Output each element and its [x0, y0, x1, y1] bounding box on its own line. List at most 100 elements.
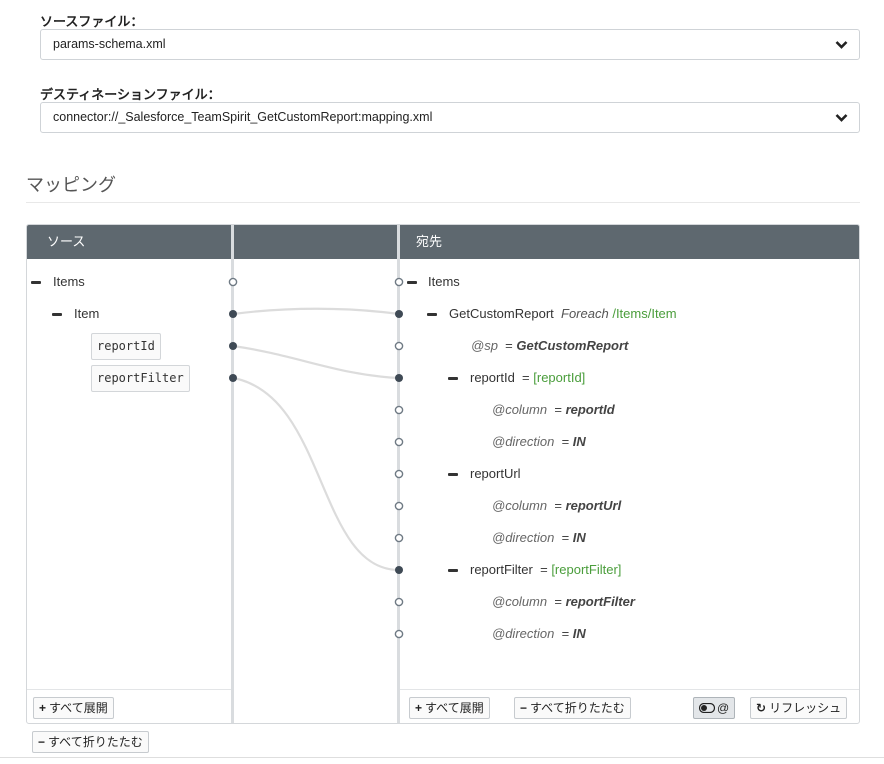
attr-name: @direction: [492, 530, 555, 545]
minus-icon: −: [520, 701, 528, 715]
attr-value: reportId: [565, 402, 615, 417]
toggle-icon: [698, 702, 716, 714]
dest-node-getcustomreport: GetCustomReport Foreach /Items/Item: [449, 306, 677, 321]
source-file-value: params-schema.xml: [53, 37, 166, 51]
dest-point-reporturl-column: [394, 501, 404, 511]
attr-name: @sp: [471, 338, 498, 353]
destination-file-select[interactable]: connector://_Salesforce_TeamSpirit_GetCu…: [40, 102, 860, 133]
source-node-items: Items: [53, 274, 85, 289]
attr-eq: =: [561, 434, 570, 449]
dest-attr-reportid-direction: @direction = IN: [492, 434, 586, 449]
attr-eq: =: [561, 626, 570, 641]
refresh-button[interactable]: ↻ リフレッシュ: [750, 697, 848, 719]
button-label: リフレッシュ: [769, 701, 842, 715]
reportid-mapped: [reportId]: [533, 370, 586, 385]
dest-node-reportid: reportId = [reportId]: [470, 370, 585, 385]
source-point-item: [229, 310, 237, 318]
reportfilter-mapped: [reportFilter]: [551, 562, 622, 577]
toggle-attributes-button[interactable]: @: [693, 697, 736, 719]
mapping-panel: ソース 宛先 Items Item reportId reportFilter …: [26, 224, 860, 724]
source-footer-rule: [27, 689, 231, 690]
dest-collapse-all-button[interactable]: − すべて折りたたむ: [514, 697, 631, 719]
mapping-title: マッピング: [26, 175, 116, 195]
dest-attr-reportfilter-direction: @direction = IN: [492, 626, 586, 641]
attr-name: @column: [492, 402, 548, 417]
dest-attr-reporturl-direction: @direction = IN: [492, 530, 586, 545]
dest-point-reporturl: [394, 469, 404, 479]
connector-line-item: [232, 307, 400, 316]
attr-value: reportFilter: [565, 594, 635, 609]
dest-node-items: Items: [428, 274, 460, 289]
source-collapse-all-button[interactable]: − すべて折りたたむ: [32, 731, 149, 753]
attr-name: @column: [492, 498, 548, 513]
attr-eq: =: [554, 498, 562, 513]
section-divider: [26, 202, 860, 203]
dest-attr-reportfilter-column: @column = reportFilter: [492, 594, 635, 609]
page-bottom-rule: [0, 757, 884, 758]
collapse-reporturl-icon[interactable]: [448, 473, 458, 476]
destination-file-label: デスティネーションファイル：: [40, 87, 221, 102]
source-point-reportfilter: [229, 374, 237, 382]
button-label: すべて折りたたむ: [48, 735, 143, 749]
dest-point-reportid-column: [394, 405, 404, 415]
attr-name: @direction: [492, 434, 555, 449]
dest-expand-all-button[interactable]: + すべて展開: [409, 697, 490, 719]
button-label: @: [717, 701, 730, 715]
source-file-select[interactable]: params-schema.xml: [40, 29, 860, 60]
dest-attr-reporturl-column: @column = reportUrl: [492, 498, 621, 513]
reportid-eq: =: [522, 370, 530, 385]
foreach-label: Foreach: [561, 306, 609, 321]
reportfilter-eq: =: [540, 562, 548, 577]
source-expand-all-button[interactable]: + すべて展開: [33, 697, 114, 719]
plus-icon: +: [415, 701, 423, 715]
attr-eq: =: [554, 402, 562, 417]
collapse-reportfilter-icon[interactable]: [448, 569, 458, 572]
collapse-item-icon[interactable]: [52, 313, 62, 316]
collapse-dest-items-icon[interactable]: [407, 281, 417, 284]
dest-node-reporturl: reportUrl: [470, 466, 521, 481]
source-file-label: ソースファイル：: [40, 14, 144, 29]
destination-file-value: connector://_Salesforce_TeamSpirit_GetCu…: [53, 110, 433, 124]
button-label: すべて折りたたむ: [530, 701, 625, 715]
dest-point-reporturl-direction: [394, 533, 404, 543]
getcustomreport-name: GetCustomReport: [449, 306, 554, 321]
connector-lines: [228, 277, 404, 639]
attr-eq: =: [561, 530, 570, 545]
dest-footer-rule: [400, 689, 859, 690]
dest-point-getcustomreport: [395, 310, 403, 318]
collapse-getcustomreport-icon[interactable]: [427, 313, 437, 316]
connector-line-reportid: [232, 344, 400, 380]
refresh-icon: ↻: [756, 701, 767, 715]
attr-name: @direction: [492, 626, 555, 641]
connector-line-reportfilter: [232, 376, 400, 572]
dest-point-reportid-direction: [394, 437, 404, 447]
source-leaf-reportid[interactable]: reportId: [91, 333, 161, 360]
dest-point-items: [394, 277, 404, 287]
collapse-items-icon[interactable]: [31, 281, 41, 284]
attr-value: IN: [572, 530, 586, 545]
chevron-down-icon: [835, 114, 848, 122]
dest-node-reportfilter: reportFilter = [reportFilter]: [470, 562, 621, 577]
dest-attr-reportid-column: @column = reportId: [492, 402, 615, 417]
attr-value: IN: [572, 626, 586, 641]
attr-name: @column: [492, 594, 548, 609]
minus-icon: −: [38, 735, 46, 749]
source-point-reportid: [229, 342, 237, 350]
attr-eq: =: [505, 338, 513, 353]
dest-point-reportfilter-column: [394, 597, 404, 607]
dest-point-reportfilter: [395, 566, 403, 574]
foreach-path: /Items/Item: [612, 306, 677, 321]
reportid-name: reportId: [470, 370, 515, 385]
reportfilter-name: reportFilter: [470, 562, 533, 577]
dest-attr-sp: @sp = GetCustomReport: [471, 338, 628, 353]
button-label: すべて展開: [49, 701, 108, 715]
attr-value: reportUrl: [565, 498, 622, 513]
source-leaf-reportfilter[interactable]: reportFilter: [91, 365, 190, 392]
plus-icon: +: [39, 701, 47, 715]
chevron-down-icon: [835, 41, 848, 49]
collapse-reportid-icon[interactable]: [448, 377, 458, 380]
attr-value: IN: [572, 434, 586, 449]
attr-eq: =: [554, 594, 562, 609]
dest-point-sp: [394, 341, 404, 351]
dest-point-reportfilter-direction: [394, 629, 404, 639]
